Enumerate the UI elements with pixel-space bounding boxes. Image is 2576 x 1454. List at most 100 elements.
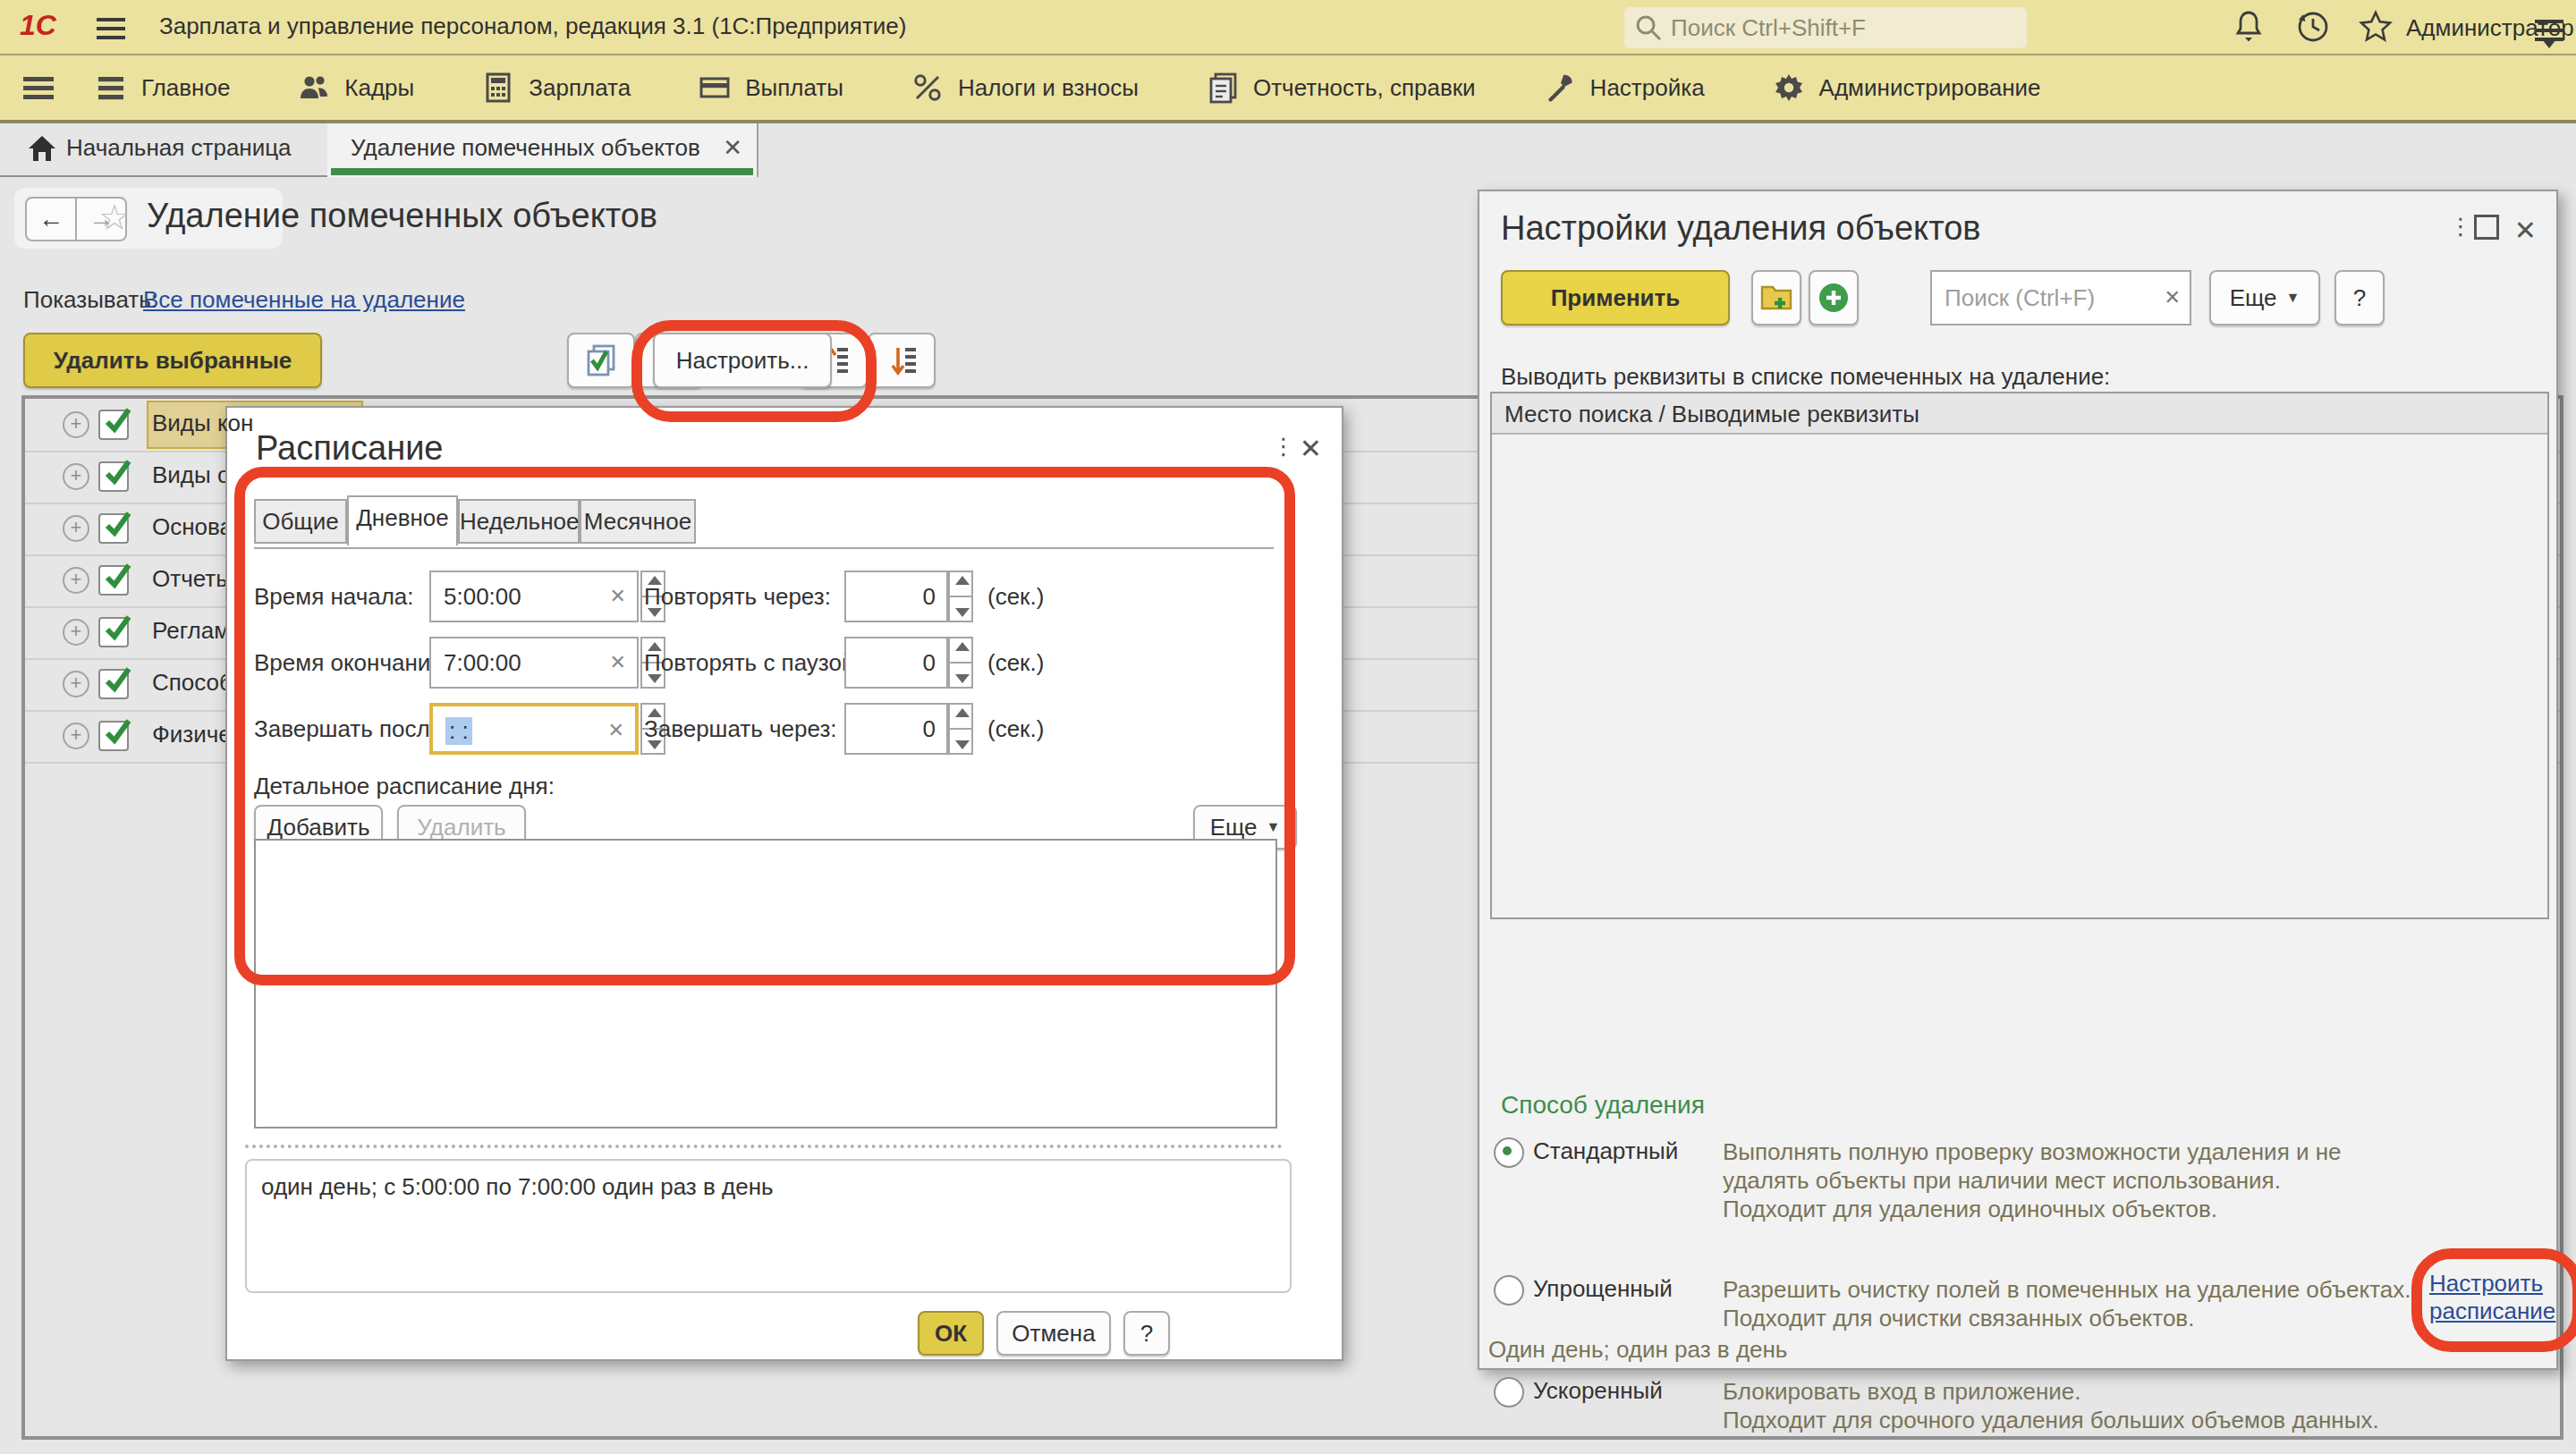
check-all-button[interactable] [567, 333, 635, 388]
radio-simplified[interactable] [1494, 1275, 1524, 1306]
panel-maximize-icon[interactable] [2474, 215, 2499, 240]
apply-button[interactable]: Применить [1501, 270, 1730, 325]
deletion-settings-panel: Настройки удаления объектов ⋮ ✕ Применит… [1478, 190, 2558, 1370]
row-checkbox[interactable] [98, 565, 129, 596]
folder-plus-icon [1758, 280, 1794, 316]
user-menu-icon[interactable] [2535, 14, 2563, 39]
user-menu-caret [2542, 39, 2556, 48]
radio-accelerated[interactable] [1494, 1377, 1524, 1408]
gear-icon [1773, 72, 1805, 104]
panel-list-label: Выводить реквизиты в списке помеченных н… [1501, 363, 2110, 391]
menu-item-main[interactable]: Главное [61, 72, 264, 104]
menu-item-nastroika[interactable]: Настройка [1510, 72, 1739, 104]
plus-circle-icon [1816, 280, 1852, 316]
window-tabbar: Начальная страница Удаление помеченных о… [0, 123, 2576, 177]
row-checkbox[interactable] [98, 513, 129, 544]
main-section-icon [95, 72, 127, 104]
schedule-summary-box: один день; с 5:00:00 по 7:00:00 один раз… [245, 1159, 1292, 1293]
percent-icon [911, 72, 944, 104]
tab-close-icon[interactable]: ✕ [723, 134, 742, 162]
menu-item-kadry[interactable]: Кадры [264, 72, 448, 104]
back-button[interactable]: ← [25, 197, 77, 241]
card-icon [699, 72, 731, 104]
row-checkbox[interactable] [98, 669, 129, 699]
tab-home-label: Начальная страница [66, 134, 292, 162]
schedule-summary: Один день; один раз в день [1488, 1336, 1787, 1364]
dialog-separator [245, 1145, 1283, 1148]
menu-item-vyplaty[interactable]: Выплаты [665, 72, 877, 104]
attributes-table[interactable]: Место поиска / Выводимые реквизиты [1490, 392, 2549, 919]
annotation-ring-configure [631, 320, 877, 422]
dialog-title: Расписание [256, 429, 444, 468]
global-search-placeholder: Поиск Ctrl+Shift+F [1671, 14, 1866, 42]
annotation-ring-schedule-link [2411, 1248, 2576, 1352]
check-all-icon [581, 341, 621, 380]
people-icon [298, 72, 330, 104]
panel-search-clear-icon[interactable]: ✕ [2165, 286, 2181, 309]
save-settings-button[interactable] [1751, 270, 1801, 325]
expand-icon[interactable]: + [63, 411, 89, 438]
history-icon[interactable] [2295, 9, 2331, 45]
menu-item-nalogi[interactable]: Налоги и взносы [877, 72, 1173, 104]
radio-standard[interactable] [1494, 1137, 1524, 1168]
method-section-header: Способ удаления [1501, 1091, 1705, 1120]
tab-delete-objects[interactable]: Удаление помеченных объектов ✕ [327, 123, 758, 177]
expand-icon[interactable]: + [63, 515, 89, 542]
move-down-button[interactable] [868, 333, 936, 388]
dialog-close-icon[interactable]: ✕ [1300, 433, 1322, 464]
favorites-star-icon[interactable] [2358, 9, 2394, 45]
home-icon [27, 134, 57, 163]
panel-more-dots-icon[interactable]: ⋮ [2449, 213, 2456, 241]
wrench-icon [1544, 72, 1576, 104]
panel-help-button[interactable]: ? [2334, 270, 2385, 325]
delete-selected-button[interactable]: Удалить выбранные [23, 333, 322, 388]
row-checkbox[interactable] [98, 461, 129, 492]
page-title: Удаление помеченных объектов [147, 197, 657, 235]
move-down-icon [882, 341, 921, 380]
expand-icon[interactable]: + [63, 619, 89, 646]
window-titlebar: 1С Зарплата и управление персоналом, ред… [0, 0, 2576, 55]
show-label: Показывать: [23, 286, 157, 314]
favorite-star-icon[interactable]: ☆ [98, 197, 131, 238]
row-checkbox[interactable] [98, 721, 129, 751]
1c-logo: 1С [20, 9, 56, 42]
calculator-icon [482, 72, 514, 104]
panel-title: Настройки удаления объектов [1501, 209, 1980, 248]
expand-icon[interactable]: + [63, 567, 89, 594]
attributes-table-header-label: Место поиска / Выводимые реквизиты [1504, 401, 1919, 428]
tab-active-label: Удаление помеченных объектов [351, 134, 700, 162]
menu-item-zarplata[interactable]: Зарплата [448, 72, 665, 104]
sections-menubar: Главное Кадры Зарплата Выплаты Налоги и … [0, 55, 2576, 123]
sections-menu-icon[interactable] [23, 72, 54, 104]
main-menu-icon[interactable] [97, 13, 125, 38]
show-filter-link[interactable]: Все помеченные на удаление [143, 286, 465, 314]
dialog-help-button[interactable]: ? [1123, 1311, 1170, 1356]
dialog-schedule-summary: один день; с 5:00:00 по 7:00:00 один раз… [261, 1173, 774, 1201]
annotation-ring-dialog [234, 467, 1295, 985]
expand-icon[interactable]: + [63, 463, 89, 490]
attributes-table-header: Место поиска / Выводимые реквизиты [1492, 393, 2547, 435]
row-checkbox[interactable] [98, 410, 129, 440]
notifications-bell-icon[interactable] [2231, 9, 2267, 45]
panel-search-input[interactable]: Поиск (Ctrl+F) ✕ [1930, 270, 2191, 325]
cancel-button[interactable]: Отмена [996, 1311, 1111, 1356]
radio-standard-dot [1503, 1146, 1512, 1155]
window-title: Зарплата и управление персоналом, редакц… [159, 13, 907, 40]
dialog-more-dots-icon[interactable]: ⋮ [1272, 433, 1279, 461]
ok-button[interactable]: ОК [918, 1311, 984, 1356]
expand-icon[interactable]: + [63, 671, 89, 697]
search-icon [1635, 14, 1662, 41]
report-doc-icon [1207, 72, 1239, 104]
tab-home[interactable]: Начальная страница [0, 123, 329, 177]
row-checkbox[interactable] [98, 617, 129, 647]
panel-close-icon[interactable]: ✕ [2514, 215, 2537, 246]
panel-search-placeholder: Поиск (Ctrl+F) [1945, 284, 2095, 312]
tab-active-indicator [331, 168, 753, 175]
menu-item-otchetnost[interactable]: Отчетность, справки [1173, 72, 1510, 104]
menu-item-administrirovanie[interactable]: Администрирование [1739, 72, 2075, 104]
panel-more-button[interactable]: Еще▼ [2209, 270, 2320, 325]
add-button[interactable] [1809, 270, 1859, 325]
expand-icon[interactable]: + [63, 723, 89, 749]
global-search-input[interactable]: Поиск Ctrl+Shift+F [1624, 7, 2027, 48]
app-root: 1С Зарплата и управление персоналом, ред… [0, 0, 2576, 1454]
